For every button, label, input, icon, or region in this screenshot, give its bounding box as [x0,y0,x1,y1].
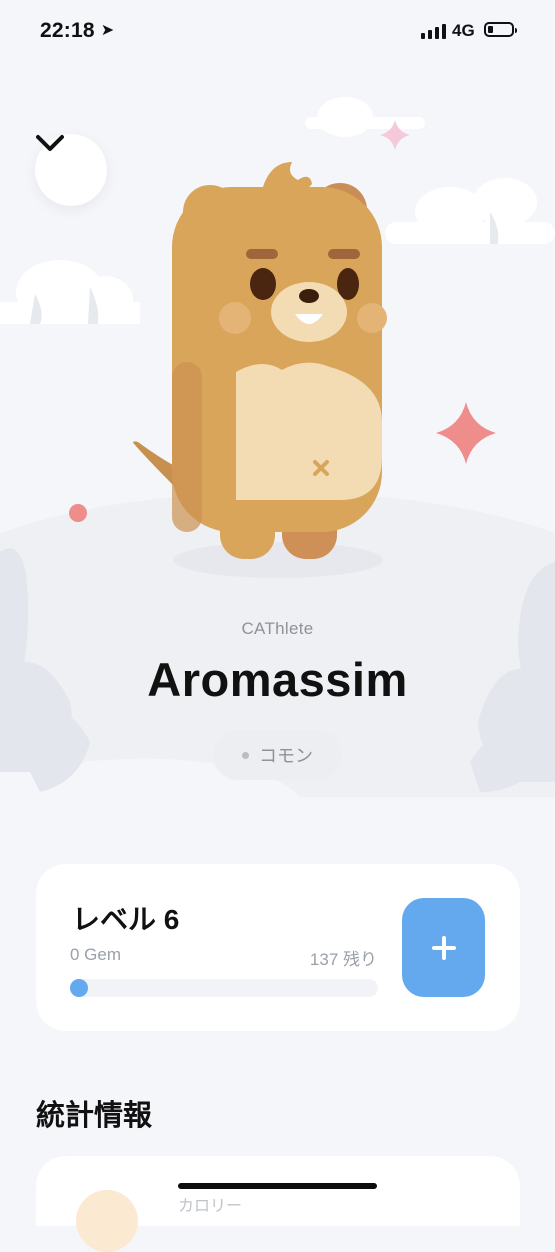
stats-heading: 統計情報 [36,1100,153,1132]
network-label: 4G [452,21,475,40]
rarity-label: コモン [259,746,313,766]
rarity-dot [242,751,249,759]
level-card: レベル 6 0 Gem 137 残り [36,864,520,1031]
collapse-button[interactable] [35,134,107,206]
level-progress-fill [70,979,88,997]
status-time: 22:18 ➤ [40,19,114,43]
stat-label: カロリー [178,1198,243,1215]
level-title: レベル 6 [72,904,180,935]
stat-icon [76,1190,138,1252]
battery-icon [484,22,517,37]
level-progress-bar [70,979,378,997]
plus-icon [431,935,456,960]
add-gem-button[interactable] [402,898,485,997]
home-indicator [178,1183,377,1189]
status-bar: 22:18 ➤ 4G [0,0,555,62]
signal-icon [421,23,446,39]
pet-hero [0,62,555,832]
gem-count: 0 Gem [70,945,122,964]
chevron-down-icon [36,135,64,151]
time-text: 22:18 [40,19,95,42]
rarity-badge: コモン [213,730,342,780]
pet-species: CAThlete [241,619,314,638]
location-arrow-icon: ➤ [100,22,115,39]
remaining-count: 137 残り [309,950,377,969]
pet-name: Aromassim [147,653,408,706]
stats-card: カロリー [36,1156,520,1252]
